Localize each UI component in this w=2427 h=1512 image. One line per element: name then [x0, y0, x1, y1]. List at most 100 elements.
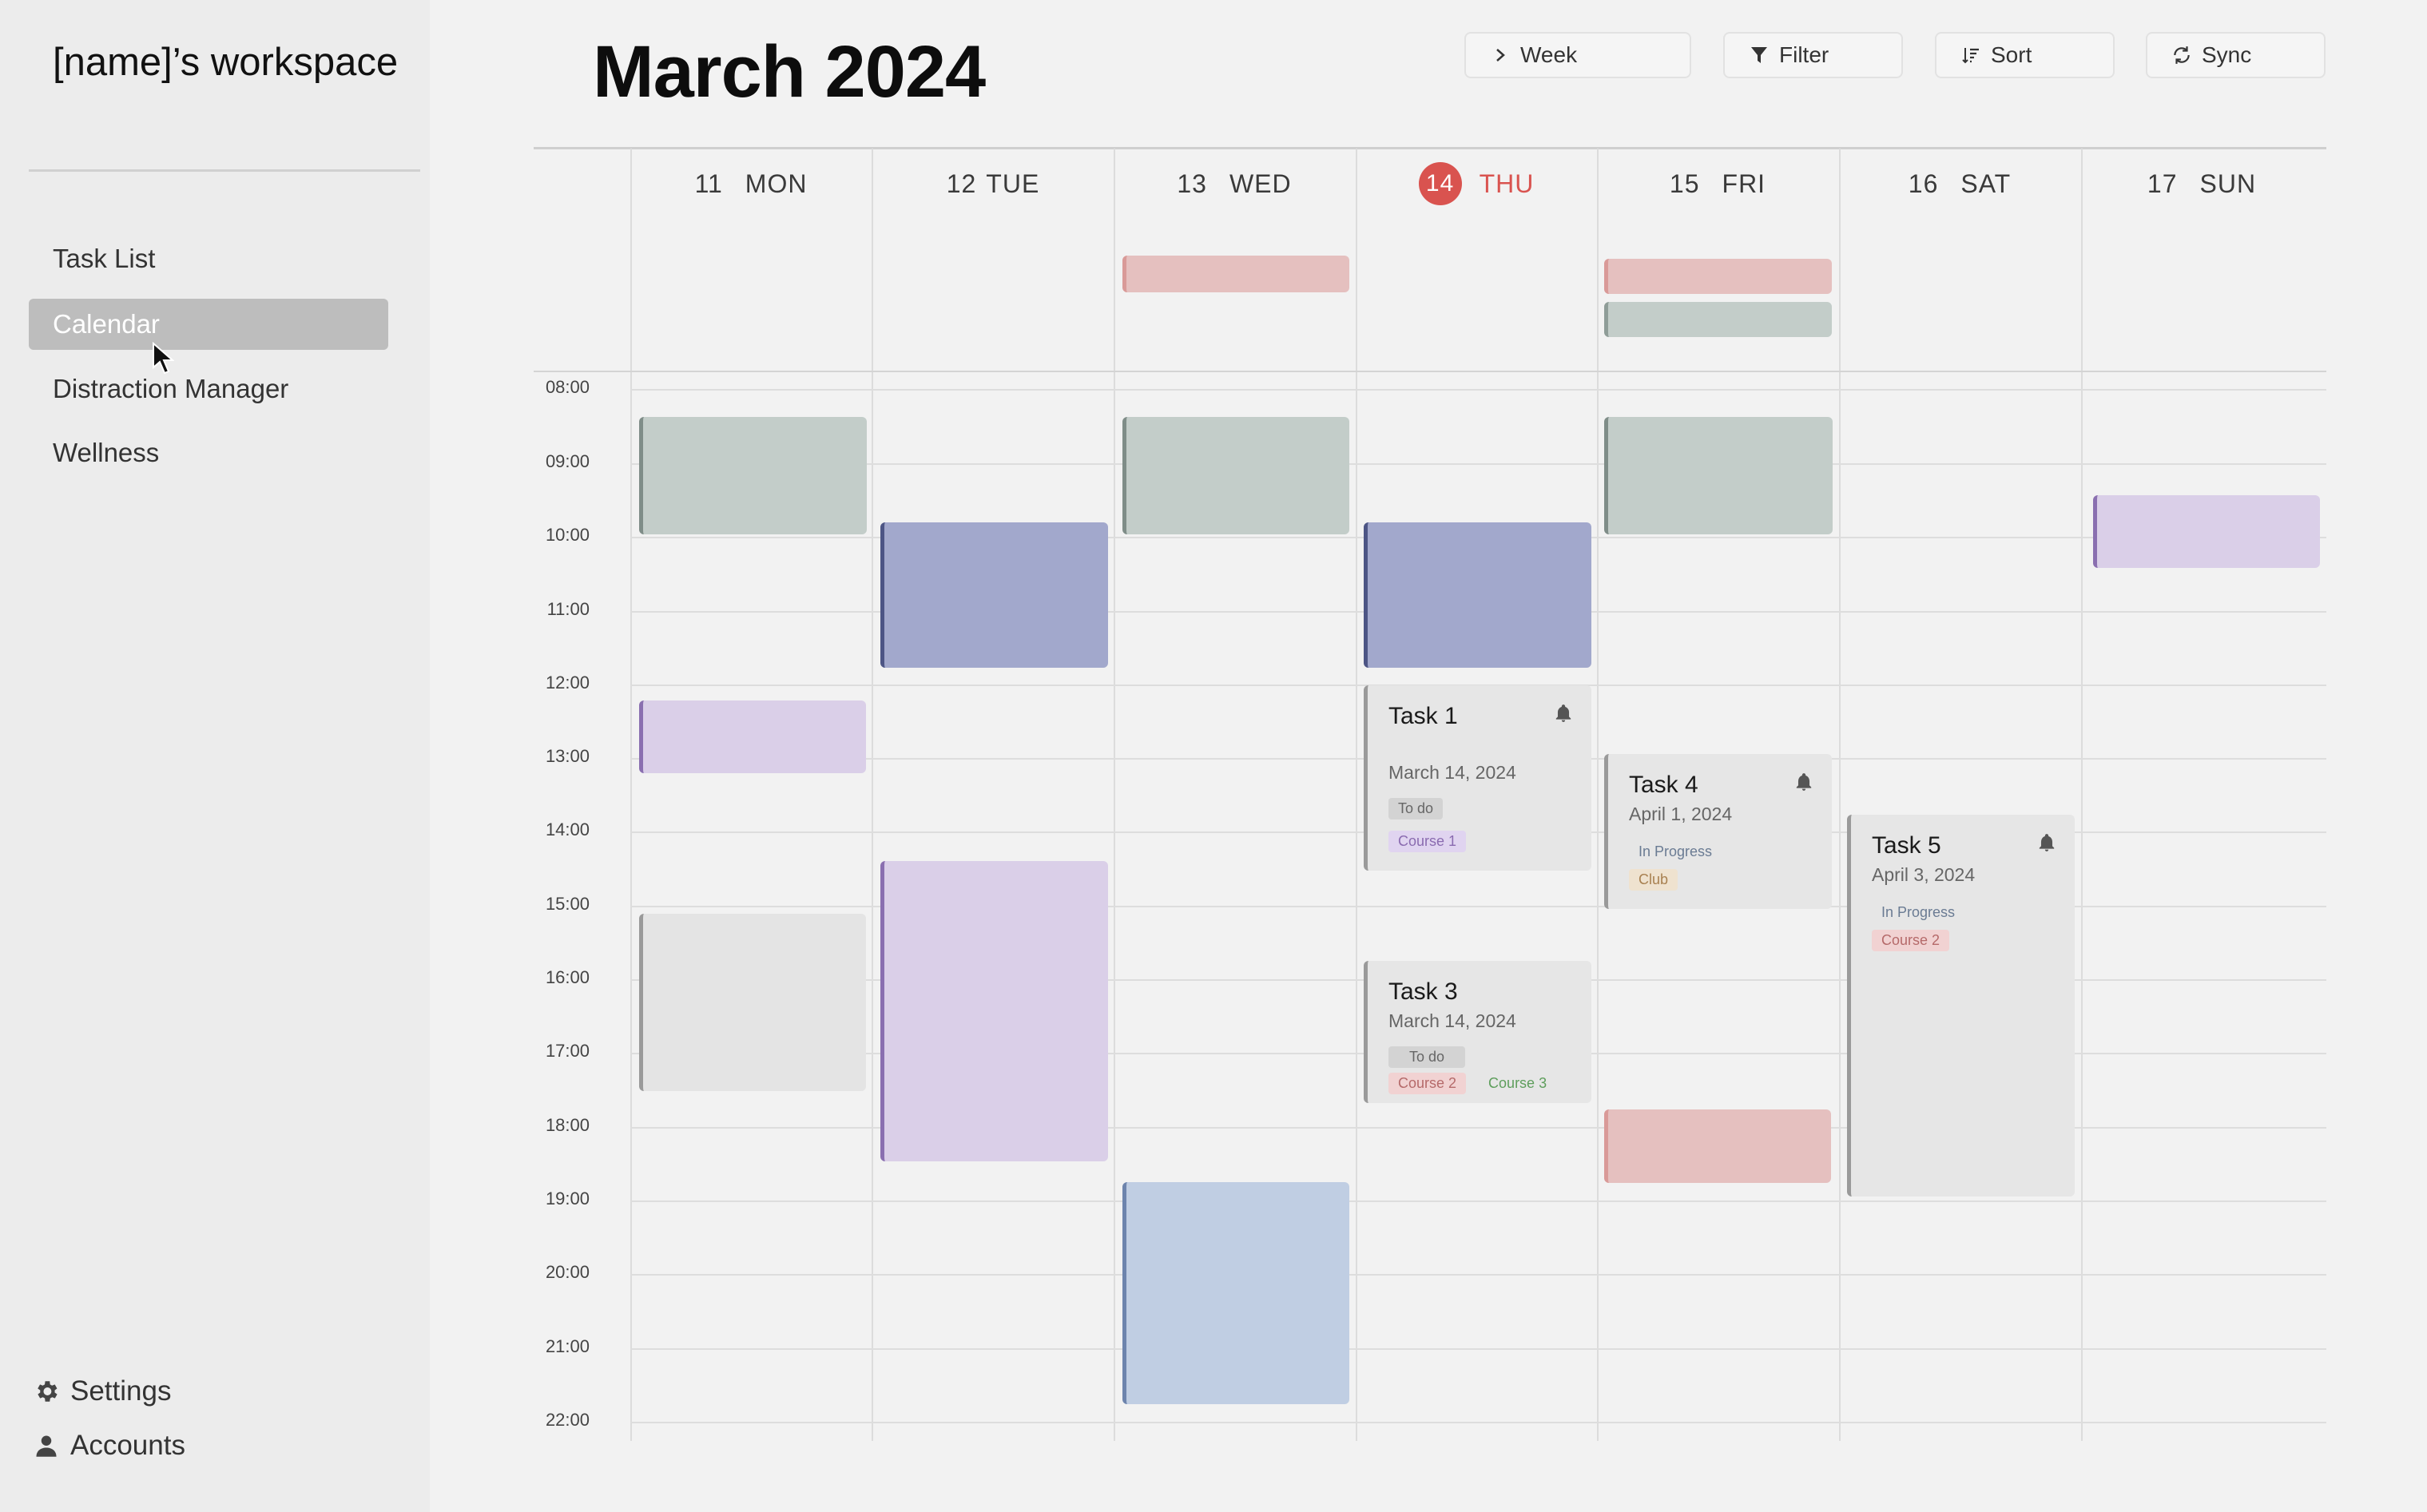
sidebar-item-distraction-manager[interactable]: Distraction Manager: [29, 363, 388, 415]
sort-label: Sort: [1991, 42, 2032, 67]
status-badge: To do: [1388, 798, 1444, 819]
task-card[interactable]: Task 3 March 14, 2024 To do Course 2 Cour…: [1364, 961, 1591, 1103]
hour-line: [631, 1348, 2326, 1350]
sort-icon: [1960, 45, 1981, 65]
calendar-event[interactable]: [639, 700, 866, 773]
day-name: SUN: [2199, 169, 2257, 198]
week-label: Week: [1520, 42, 1578, 67]
hour-row: 21:00: [534, 1333, 2326, 1365]
allday-event[interactable]: [1122, 256, 1349, 292]
day-header-tue[interactable]: 12 TUE: [873, 168, 1113, 200]
hour-line: [631, 463, 2326, 465]
gear-icon: [32, 1377, 61, 1406]
sidebar-item-wellness[interactable]: Wellness: [29, 427, 388, 478]
week-view-button[interactable]: Week: [1464, 32, 1691, 78]
sync-label: Sync: [2202, 42, 2252, 67]
column-divider: [2081, 149, 2083, 1441]
allday-separator: [534, 371, 2326, 372]
calendar-event[interactable]: [1604, 417, 1833, 534]
hour-line: [631, 389, 2326, 391]
allday-event[interactable]: [1604, 302, 1832, 337]
hour-label: 15:00: [545, 894, 590, 914]
bell-icon[interactable]: [1793, 772, 1814, 792]
day-header-fri[interactable]: 15 FRI: [1598, 168, 1837, 200]
day-name: MON: [745, 169, 808, 198]
task-title: Task 3: [1388, 978, 1458, 1005]
mouse-cursor-icon: [153, 342, 174, 375]
calendar-event[interactable]: [2093, 495, 2320, 568]
allday-event[interactable]: [1604, 259, 1832, 294]
day-name: FRI: [1722, 169, 1766, 198]
day-number: 15: [1669, 169, 1700, 198]
day-name: SAT: [1960, 169, 2012, 198]
accounts-button[interactable]: Accounts: [32, 1430, 185, 1462]
task-date: March 14, 2024: [1388, 1010, 1516, 1031]
settings-button[interactable]: Settings: [32, 1375, 171, 1407]
task-date: April 3, 2024: [1872, 864, 1976, 885]
day-number: 11: [694, 169, 723, 198]
calendar-event[interactable]: [1122, 1182, 1349, 1404]
hour-label: 21:00: [545, 1336, 590, 1356]
status-badge: In Progress: [1881, 904, 1956, 920]
calendar-event[interactable]: [880, 861, 1108, 1161]
day-header-sat[interactable]: 16 SAT: [1840, 168, 2079, 200]
calendar-event[interactable]: [880, 522, 1108, 668]
task-card[interactable]: Task 4 April 1, 2024 In Progress Club: [1604, 754, 1832, 909]
sidebar-item-task-list[interactable]: Task List: [29, 233, 388, 284]
sync-icon: [2171, 45, 2192, 65]
hour-row: 20:00: [534, 1259, 2326, 1291]
page-title: March 2024: [593, 31, 986, 113]
hour-label: 09:00: [545, 451, 590, 471]
hour-label: 17:00: [545, 1041, 590, 1061]
calendar-event[interactable]: [1364, 522, 1591, 668]
column-divider: [1839, 149, 1841, 1441]
day-header-mon[interactable]: 11 MON: [631, 168, 871, 200]
bell-icon[interactable]: [1553, 703, 1574, 724]
task-card[interactable]: Task 1 March 14, 2024 To do Course 1: [1364, 685, 1591, 871]
sync-button[interactable]: Sync: [2146, 32, 2326, 78]
day-header-thu-today[interactable]: 14 THU: [1356, 162, 1596, 205]
column-divider: [630, 149, 632, 1441]
hour-line: [631, 1422, 2326, 1423]
sidebar-item-calendar[interactable]: Calendar: [29, 299, 388, 350]
hour-line: [631, 1200, 2326, 1202]
hour-label: 14:00: [545, 819, 590, 839]
column-divider: [872, 149, 873, 1441]
filter-icon: [1749, 45, 1770, 65]
hour-label: 16:00: [545, 967, 590, 987]
hour-label: 13:00: [545, 746, 590, 766]
sidebar: [name]’s workspace Task List Calendar Di…: [0, 0, 430, 1512]
user-icon: [32, 1431, 61, 1460]
status-badge: To do: [1388, 1046, 1466, 1068]
filter-label: Filter: [1779, 42, 1829, 67]
column-divider: [1114, 149, 1115, 1441]
hour-row: 08:00: [534, 374, 2326, 406]
task-card[interactable]: Task 5 April 3, 2024 In Progress Course …: [1847, 815, 2075, 1197]
calendar-event[interactable]: [639, 914, 866, 1091]
hour-label: 10:00: [545, 525, 590, 545]
calendar-event[interactable]: [639, 417, 867, 534]
day-number: 12: [946, 169, 977, 198]
day-number: 16: [1908, 169, 1939, 198]
task-date: March 14, 2024: [1388, 762, 1516, 783]
day-header-sun[interactable]: 17 SUN: [2082, 168, 2322, 200]
filter-button[interactable]: Filter: [1723, 32, 1903, 78]
hour-label: 19:00: [545, 1189, 590, 1208]
day-header-wed[interactable]: 13 WED: [1114, 168, 1354, 200]
calendar-event[interactable]: [1604, 1109, 1831, 1183]
calendar-event[interactable]: [1122, 417, 1349, 534]
sort-button[interactable]: Sort: [1935, 32, 2115, 78]
hour-label: 11:00: [546, 599, 590, 619]
status-badge: In Progress: [1639, 843, 1713, 859]
course-tag: Course 2: [1872, 930, 1950, 951]
bell-icon[interactable]: [2036, 832, 2057, 853]
day-name: TUE: [986, 169, 1040, 198]
sidebar-divider: [29, 169, 420, 172]
column-divider: [1356, 149, 1357, 1441]
today-indicator: 14: [1418, 162, 1462, 205]
hour-row: 22:00: [534, 1407, 2326, 1439]
course-tag: Course 2: [1388, 1073, 1467, 1094]
chevron-right-icon: [1490, 45, 1511, 65]
hour-line: [631, 1274, 2326, 1276]
hour-label: 20:00: [545, 1262, 590, 1282]
